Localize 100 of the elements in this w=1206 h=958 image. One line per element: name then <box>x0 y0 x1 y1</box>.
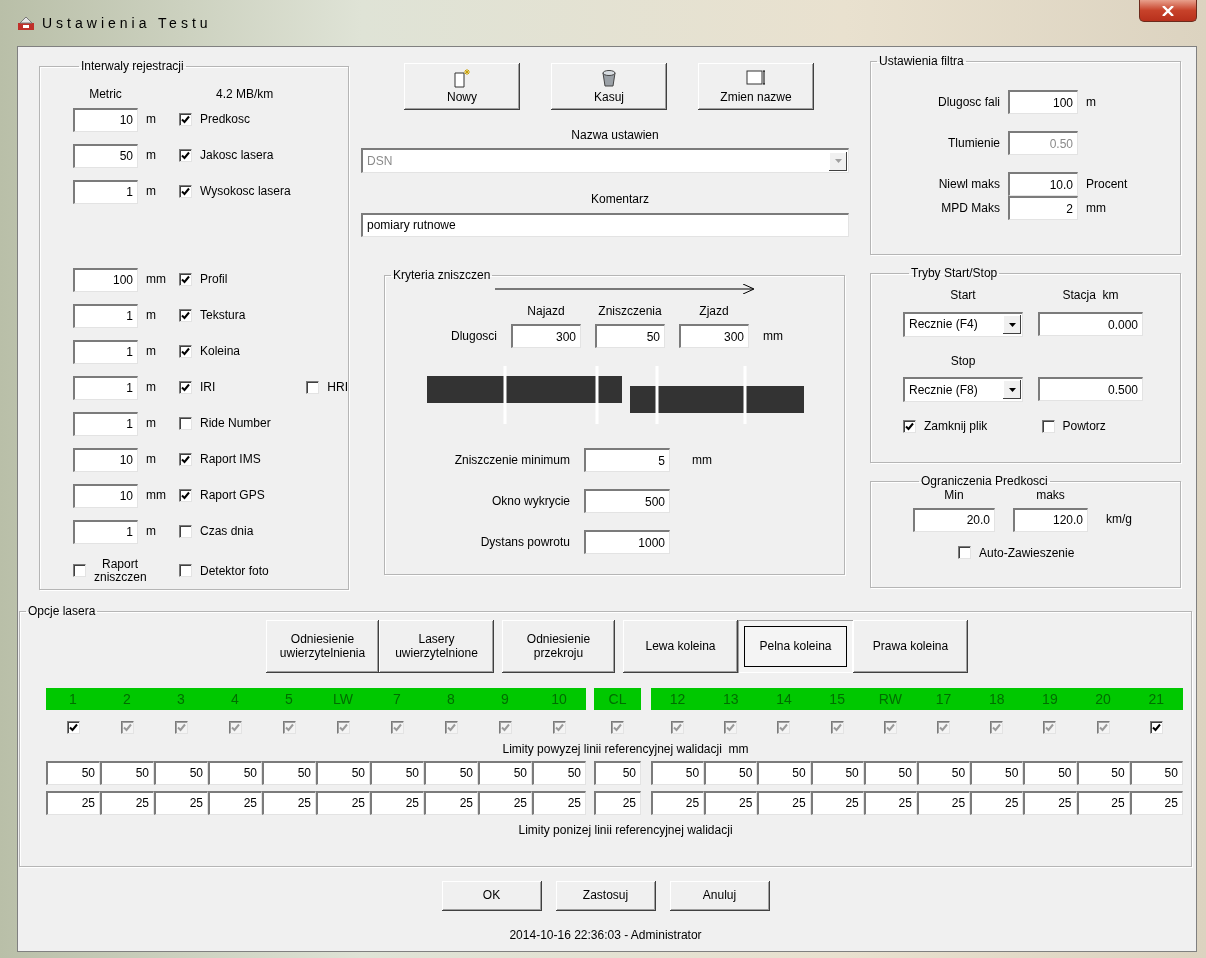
channel-label: 4 <box>230 690 240 710</box>
checkbox[interactable] <box>179 417 192 431</box>
dropdown[interactable]: Recznie (F8) <box>903 376 1023 402</box>
checkbox-label: Jakosc lasera <box>200 148 274 163</box>
column-header: Najazd <box>526 303 566 319</box>
checkbox[interactable] <box>179 525 192 539</box>
unit-label: m <box>1086 95 1097 110</box>
checkbox[interactable] <box>903 419 916 433</box>
text-field[interactable]: pomiary rutnowe <box>361 212 849 237</box>
field-label: Niewl maks <box>937 177 1000 192</box>
text-field[interactable]: 1 <box>73 303 138 328</box>
caret-icon <box>1008 322 1016 327</box>
text-field[interactable]: 50 <box>1129 760 1183 785</box>
checkbox[interactable] <box>1041 419 1055 433</box>
text-field[interactable]: 1 <box>73 179 138 204</box>
checkbox[interactable] <box>179 185 192 199</box>
channel-label: 21 <box>1147 690 1166 710</box>
text-field[interactable]: 1 <box>73 411 138 436</box>
unit-label: mm <box>691 453 713 468</box>
group-title: Tryby Start/Stop <box>910 267 999 281</box>
text-field[interactable]: 0.500 <box>1038 377 1143 402</box>
button[interactable]: Lasery uwierzytelnione <box>379 620 494 674</box>
checkbox[interactable] <box>179 113 192 127</box>
text-field[interactable]: 0.000 <box>1038 312 1143 337</box>
text-field[interactable]: 500 <box>584 489 670 514</box>
text-field[interactable]: 2 <box>1008 196 1078 221</box>
checkbox[interactable] <box>306 381 320 395</box>
checkbox-label: HRI <box>327 380 348 395</box>
text-field[interactable]: 5 <box>584 448 670 473</box>
checkbox[interactable] <box>179 309 192 323</box>
channel-label: 2 <box>122 690 132 710</box>
close-button[interactable] <box>1139 0 1197 22</box>
text-field[interactable]: 120.0 <box>1013 507 1088 532</box>
channel-label: 7 <box>392 690 402 710</box>
checkbox[interactable] <box>179 381 192 395</box>
text-field[interactable]: 25 <box>1129 790 1183 815</box>
text-field[interactable]: 10 <box>73 107 138 132</box>
button[interactable]: Anuluj <box>669 881 770 911</box>
window-title: Ustawienia Testu <box>42 14 212 32</box>
text-field[interactable]: 300 <box>511 324 581 349</box>
button[interactable]: OK <box>441 881 542 911</box>
text-field[interactable]: 1000 <box>584 530 670 555</box>
channel-label: 13 <box>722 690 740 710</box>
channel-label: LW <box>332 690 354 710</box>
toolbar-button[interactable]: Kasuj <box>551 63 667 110</box>
text-field[interactable]: 1 <box>73 339 138 364</box>
text-field[interactable]: 1 <box>73 375 138 400</box>
checkbox-label: Tekstura <box>200 308 246 323</box>
tab[interactable]: Lewa koleina <box>623 620 738 674</box>
channel-label: 8 <box>446 690 456 710</box>
unit-label: m <box>146 308 157 323</box>
text-field[interactable]: 50 <box>73 143 138 168</box>
channel-label: 9 <box>500 690 510 710</box>
checkbox[interactable] <box>179 489 192 503</box>
checkbox[interactable] <box>179 345 192 359</box>
text-field[interactable]: 100 <box>1008 90 1078 115</box>
checkbox[interactable] <box>958 546 971 560</box>
checkbox[interactable] <box>179 564 192 578</box>
tab[interactable]: Prawa koleina <box>853 620 968 674</box>
channel-label: 20 <box>1094 690 1112 710</box>
caret-icon <box>834 159 842 164</box>
button[interactable]: Odniesienie przekroju <box>502 620 615 674</box>
unit-label: mm <box>763 329 784 344</box>
checkbox-label: IRI <box>200 380 216 395</box>
checkbox[interactable] <box>179 149 192 163</box>
checkbox[interactable] <box>179 453 192 467</box>
text-field[interactable]: 300 <box>679 324 749 349</box>
checkbox[interactable] <box>66 720 80 734</box>
text-field[interactable]: 10.0 <box>1008 172 1078 197</box>
text-field[interactable]: 1 <box>73 519 138 544</box>
channel-label: CL <box>607 690 628 710</box>
checkbox[interactable] <box>73 564 86 578</box>
dropdown[interactable]: Recznie (F4) <box>903 311 1023 337</box>
checkbox-label: Raport zniszczen <box>94 557 146 584</box>
unit-label: km/g <box>1106 512 1133 527</box>
field-label: MPD Maks <box>940 201 1000 216</box>
checkbox[interactable] <box>1149 720 1163 734</box>
checkbox-label: Ride Number <box>200 416 271 431</box>
toolbar-button[interactable]: Zmien nazwe <box>698 63 814 110</box>
text-field[interactable]: 10 <box>73 447 138 472</box>
unit-label: Procent <box>1086 177 1129 192</box>
button[interactable]: Zastosuj <box>555 881 656 911</box>
unit-label: m <box>146 344 157 359</box>
channel-label: 3 <box>176 690 186 710</box>
column-header: Stacja km <box>1061 288 1120 303</box>
checkbox[interactable] <box>179 273 192 287</box>
text-field[interactable]: 100 <box>73 267 138 292</box>
text-field[interactable]: 25 <box>46 790 100 815</box>
group-title: Opcje lasera <box>27 605 97 619</box>
text-field[interactable]: 10 <box>73 483 138 508</box>
button[interactable]: Odniesienie uwierzytelnienia <box>266 620 379 674</box>
column-header: maks <box>1035 488 1066 503</box>
text-field[interactable]: 50 <box>595 324 665 349</box>
text-field[interactable]: 50 <box>46 760 100 785</box>
text-field[interactable]: 20.0 <box>913 507 995 532</box>
tab[interactable]: Pelna koleina <box>738 620 853 674</box>
unit-label: m <box>146 148 157 163</box>
toolbar-button[interactable]: Nowy <box>404 63 520 110</box>
unit-label: mm <box>1086 201 1107 216</box>
new-document-icon <box>452 68 472 89</box>
